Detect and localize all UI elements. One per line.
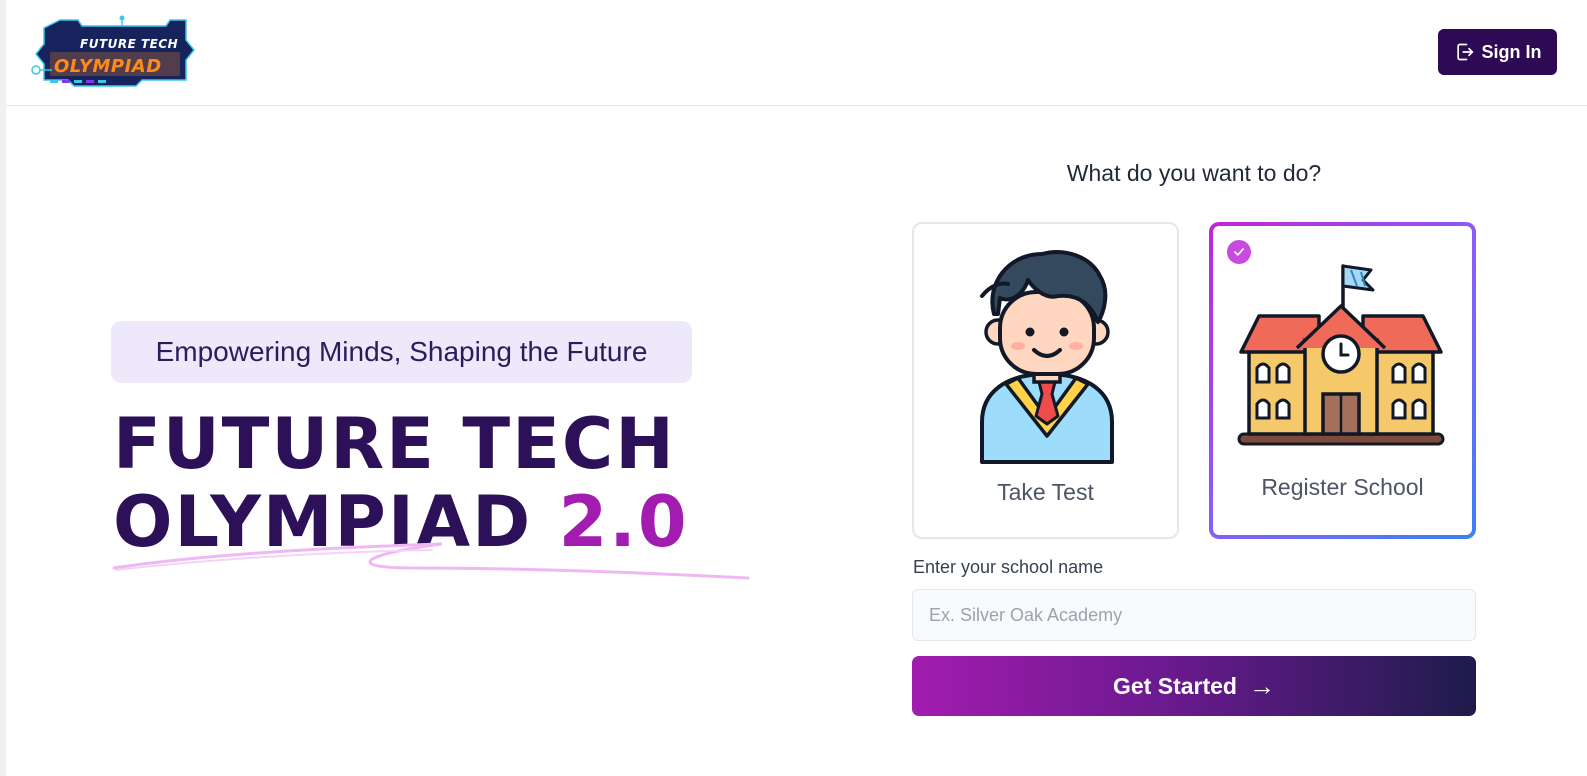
option-card-take-test[interactable]: Take Test [912, 222, 1179, 539]
left-edge-strip [0, 0, 6, 776]
logo-text-line1: FUTURE TECH [80, 37, 178, 51]
school-name-label: Enter your school name [913, 557, 1104, 577]
arrow-right-icon: → [1248, 670, 1275, 701]
sign-in-button[interactable]: Sign In [1438, 29, 1557, 75]
page: FUTURE TECH OLYMPIAD Sign In Empowering … [0, 0, 1587, 776]
get-started-button[interactable]: Get Started → [912, 656, 1476, 716]
option-card-register-school[interactable]: Register School [1209, 222, 1476, 539]
school-name-input[interactable] [912, 589, 1476, 641]
hero-title-line1: FUTURE TECH [113, 403, 676, 485]
sign-in-label: Sign In [1481, 41, 1542, 62]
option-label-take-test: Take Test [997, 479, 1094, 505]
brush-underline [112, 542, 750, 580]
school-building-icon [1237, 264, 1445, 446]
sign-in-icon [1456, 43, 1473, 61]
top-header: FUTURE TECH OLYMPIAD Sign In [6, 0, 1587, 106]
option-label-register-school: Register School [1261, 474, 1424, 500]
logo-text-line2: OLYMPIAD [54, 56, 162, 77]
student-icon [980, 250, 1114, 464]
choice-question: What do you want to do? [1066, 160, 1322, 186]
hero-tagline: Empowering Minds, Shaping the Future [111, 321, 692, 383]
olympiad-logo[interactable]: FUTURE TECH OLYMPIAD [30, 14, 196, 90]
get-started-label: Get Started [1113, 672, 1237, 699]
